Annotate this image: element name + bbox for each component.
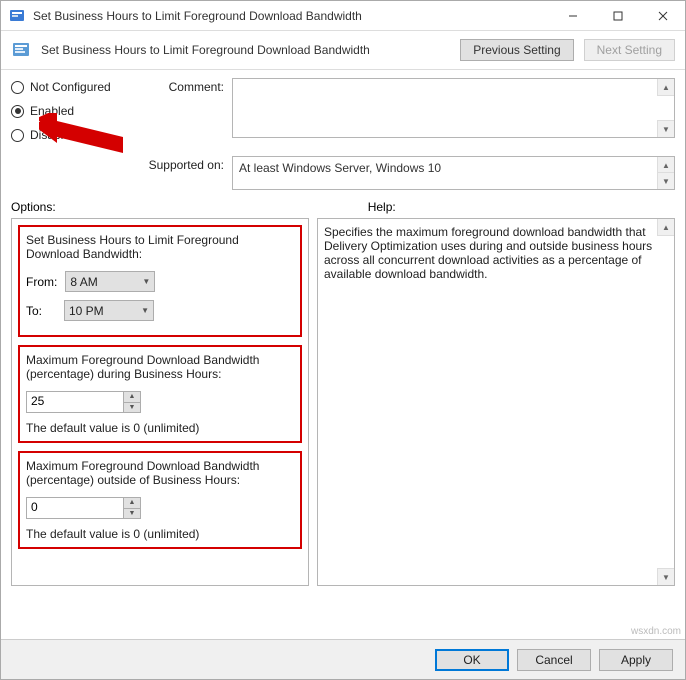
outside-hours-spinner[interactable]: 0 ▲ ▼ [26, 497, 141, 519]
block-title: Maximum Foreground Download Bandwidth (p… [26, 353, 294, 381]
default-note: The default value is 0 (unlimited) [26, 421, 294, 435]
block-title: Maximum Foreground Download Bandwidth (p… [26, 459, 294, 487]
maximize-button[interactable] [595, 1, 640, 30]
app-icon [9, 8, 25, 24]
spinner-up-icon[interactable]: ▲ [124, 498, 140, 509]
scroll-up-icon[interactable]: ▲ [657, 79, 674, 96]
scroll-up-icon[interactable]: ▲ [657, 219, 674, 236]
default-note: The default value is 0 (unlimited) [26, 527, 294, 541]
help-panel: Specifies the maximum foreground downloa… [317, 218, 675, 586]
from-time-dropdown[interactable]: 8 AM ▼ [65, 271, 155, 292]
during-hours-block: Maximum Foreground Download Bandwidth (p… [18, 345, 302, 443]
help-text: Specifies the maximum foreground downloa… [324, 225, 652, 281]
spinner-value[interactable]: 0 [27, 498, 123, 518]
ok-button[interactable]: OK [435, 649, 509, 671]
policy-title: Set Business Hours to Limit Foreground D… [41, 43, 450, 57]
spinner-value[interactable]: 25 [27, 392, 123, 412]
radio-enabled[interactable]: Enabled [11, 104, 131, 118]
comment-textarea[interactable]: ▲ ▼ [232, 78, 675, 138]
minimize-button[interactable] [550, 1, 595, 30]
to-time-dropdown[interactable]: 10 PM ▼ [64, 300, 154, 321]
supported-row: Supported on: At least Windows Server, W… [1, 152, 685, 194]
scroll-down-icon[interactable]: ▼ [657, 120, 674, 137]
spinner-down-icon[interactable]: ▼ [124, 403, 140, 413]
radio-label: Disabled [30, 128, 77, 142]
supported-label: Supported on: [139, 156, 224, 172]
previous-setting-button[interactable]: Previous Setting [460, 39, 573, 61]
supported-on-field: At least Windows Server, Windows 10 ▲ ▼ [232, 156, 675, 190]
apply-button[interactable]: Apply [599, 649, 673, 671]
comment-label: Comment: [139, 78, 224, 152]
chevron-down-icon: ▼ [141, 306, 149, 315]
business-hours-block: Set Business Hours to Limit Foreground D… [18, 225, 302, 337]
from-label: From: [26, 275, 57, 289]
chevron-down-icon: ▼ [142, 277, 150, 286]
radio-not-configured[interactable]: Not Configured [11, 80, 131, 94]
to-label: To: [26, 304, 56, 318]
title-bar: Set Business Hours to Limit Foreground D… [1, 1, 685, 31]
next-setting-button: Next Setting [584, 39, 675, 61]
window-title: Set Business Hours to Limit Foreground D… [33, 9, 550, 23]
radio-label: Enabled [30, 104, 74, 118]
close-button[interactable] [640, 1, 685, 30]
scroll-down-icon[interactable]: ▼ [657, 172, 674, 189]
dialog-footer: OK Cancel Apply [1, 639, 685, 679]
radio-circle-icon [11, 129, 24, 142]
during-hours-spinner[interactable]: 25 ▲ ▼ [26, 391, 141, 413]
outside-hours-block: Maximum Foreground Download Bandwidth (p… [18, 451, 302, 549]
spinner-down-icon[interactable]: ▼ [124, 509, 140, 519]
policy-header: Set Business Hours to Limit Foreground D… [1, 31, 685, 70]
radio-circle-icon [11, 105, 24, 118]
cancel-button[interactable]: Cancel [517, 649, 591, 671]
options-panel: Set Business Hours to Limit Foreground D… [11, 218, 309, 586]
scroll-down-icon[interactable]: ▼ [657, 568, 674, 585]
to-time-value: 10 PM [69, 304, 104, 318]
supported-on-text: At least Windows Server, Windows 10 [239, 161, 441, 175]
radio-label: Not Configured [30, 80, 111, 94]
radio-circle-icon [11, 81, 24, 94]
config-row: Not Configured Enabled Disabled Comment:… [1, 70, 685, 152]
radio-disabled[interactable]: Disabled [11, 128, 131, 142]
spinner-up-icon[interactable]: ▲ [124, 392, 140, 403]
from-time-value: 8 AM [70, 275, 97, 289]
watermark: wsxdn.com [631, 626, 681, 637]
help-label: Help: [368, 200, 396, 214]
policy-icon [11, 40, 31, 60]
options-label: Options: [11, 200, 56, 214]
section-labels: Options: Help: [1, 194, 685, 218]
state-radios: Not Configured Enabled Disabled [11, 78, 131, 152]
panels: Set Business Hours to Limit Foreground D… [1, 218, 685, 586]
block-title: Set Business Hours to Limit Foreground D… [26, 233, 294, 261]
